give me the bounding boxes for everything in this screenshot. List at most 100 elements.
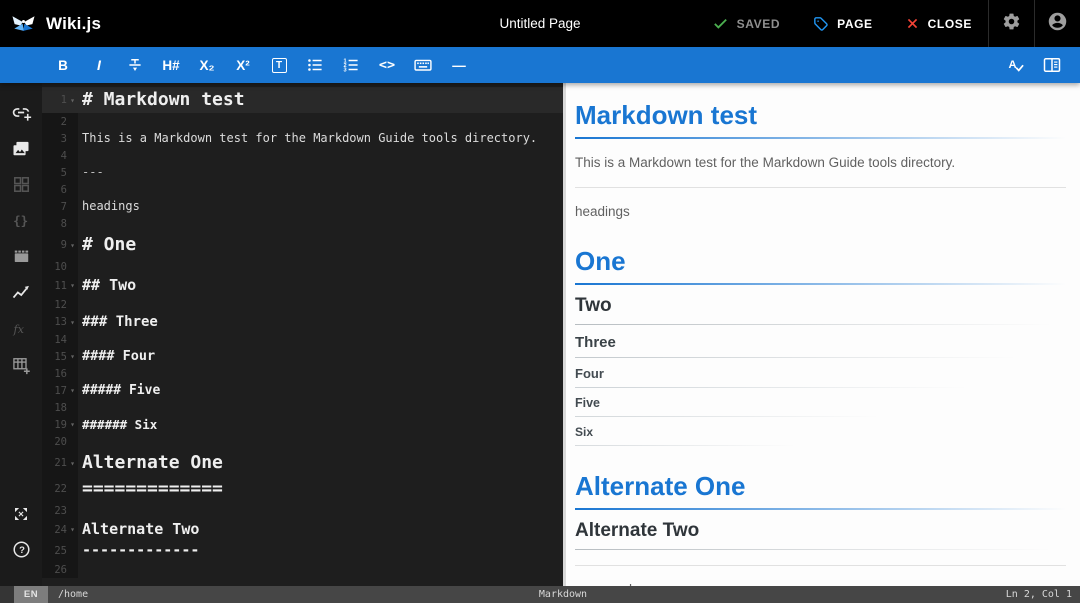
preview-pane[interactable]: Markdown test This is a Markdown test for… xyxy=(563,83,1080,586)
editor-line[interactable]: 16 xyxy=(42,365,563,382)
line-number: 26 xyxy=(54,563,67,576)
editor-line[interactable]: 3 This is a Markdown test for the Markdow… xyxy=(42,130,563,147)
close-button[interactable]: CLOSE xyxy=(889,0,988,47)
insert-diagram-button[interactable] xyxy=(0,277,42,313)
settings-button[interactable] xyxy=(989,0,1034,47)
editor-line[interactable]: 1 ▾ # Markdown test xyxy=(42,87,563,113)
italic-button[interactable]: I xyxy=(81,47,117,83)
editor-line[interactable]: 25 ------------- xyxy=(42,540,563,561)
help-button[interactable]: ? xyxy=(0,534,42,570)
strikethrough-icon xyxy=(126,56,144,74)
editor-code-text: ##### Five xyxy=(82,383,161,398)
bold-button[interactable]: B xyxy=(45,47,81,83)
keyboard-button[interactable] xyxy=(405,47,441,83)
line-number: 6 xyxy=(60,183,67,196)
editor-gutter: 15 ▾ xyxy=(42,351,78,363)
editor-line[interactable]: 6 xyxy=(42,181,563,198)
svg-text:{}: {} xyxy=(13,213,28,228)
fold-arrow-icon[interactable]: ▾ xyxy=(67,241,78,250)
editor-gutter: 1 ▾ xyxy=(42,94,78,106)
fold-arrow-icon[interactable]: ▾ xyxy=(67,525,78,534)
insert-diagram-icon xyxy=(11,283,31,308)
insert-code-block-button[interactable]: {} xyxy=(0,205,42,241)
editor-code-text: Alternate Two xyxy=(82,520,200,538)
fold-arrow-icon[interactable]: ▾ xyxy=(67,420,78,429)
editor-line[interactable]: 13 ▾ ### Three xyxy=(42,313,563,331)
editor-gutter: 13 ▾ xyxy=(42,316,78,328)
bullet-list-button[interactable] xyxy=(297,47,333,83)
book-open-button[interactable] xyxy=(1034,47,1070,83)
editor-line[interactable]: 19 ▾ ###### Six xyxy=(42,416,563,433)
page-properties-button[interactable]: PAGE xyxy=(796,0,889,47)
editor-line[interactable]: 7 headings xyxy=(42,198,563,215)
editor-line[interactable]: 10 xyxy=(42,258,563,275)
strikethrough-button[interactable] xyxy=(117,47,153,83)
fold-arrow-icon[interactable]: ▾ xyxy=(67,96,78,105)
line-number: 17 xyxy=(54,384,67,397)
editor-line[interactable]: 11 ▾ ## Two xyxy=(42,275,563,296)
editor-gutter: 24 ▾ xyxy=(42,524,78,536)
insert-table-button[interactable] xyxy=(0,349,42,385)
account-button[interactable] xyxy=(1035,0,1080,47)
editor-line[interactable]: 18 xyxy=(42,399,563,416)
editor-line[interactable]: 8 xyxy=(42,215,563,232)
fold-arrow-icon[interactable]: ▾ xyxy=(67,386,78,395)
svg-text:fx: fx xyxy=(13,322,25,335)
line-number: 5 xyxy=(60,166,67,179)
insert-media-button[interactable] xyxy=(0,133,42,169)
line-number: 13 xyxy=(54,316,67,328)
fold-arrow-icon[interactable]: ▾ xyxy=(67,318,78,327)
editor-code-text: This is a Markdown test for the Markdown… xyxy=(82,131,538,145)
preview-divider xyxy=(575,565,1066,566)
editor-gutter: 10 xyxy=(42,261,78,273)
insert-video-button[interactable] xyxy=(0,241,42,277)
check-icon xyxy=(712,15,729,32)
editor-line[interactable]: 26 xyxy=(42,561,563,578)
editor-line[interactable]: 5 --- xyxy=(42,164,563,181)
preview-h1: Markdown test xyxy=(575,99,1066,139)
ordered-list-button[interactable]: 123 xyxy=(333,47,369,83)
spellcheck-icon: A xyxy=(1006,55,1026,75)
fullscreen-button[interactable] xyxy=(0,498,42,534)
line-number: 20 xyxy=(54,435,67,448)
insert-link-button[interactable] xyxy=(0,97,42,133)
insert-block-button[interactable] xyxy=(0,169,42,205)
subscript-button[interactable]: X₂ xyxy=(189,47,225,83)
inline-code-button[interactable]: <> xyxy=(369,47,405,83)
editor-gutter: 8 xyxy=(42,218,78,230)
line-number: 19 xyxy=(54,418,67,431)
editor-line[interactable]: 22 ============= xyxy=(42,476,563,502)
header-button[interactable]: H# xyxy=(153,47,189,83)
textbox-button[interactable]: T xyxy=(261,47,297,83)
editor-line[interactable]: 15 ▾ #### Four xyxy=(42,348,563,365)
editor-line[interactable]: 12 xyxy=(42,296,563,313)
editor-line[interactable]: 2 xyxy=(42,113,563,130)
editor-line[interactable]: 23 xyxy=(42,502,563,519)
save-button[interactable]: SAVED xyxy=(696,0,796,47)
locale-selector[interactable]: EN xyxy=(14,586,48,603)
editor-gutter: 22 xyxy=(42,483,78,495)
inline-code-icon: <> xyxy=(378,57,396,73)
insert-table-icon xyxy=(11,355,31,380)
wikijs-logo xyxy=(0,10,46,37)
horizontal-rule-button[interactable]: — xyxy=(441,47,477,83)
editor-code-text: ============= xyxy=(82,478,223,499)
editor-line[interactable]: 17 ▾ ##### Five xyxy=(42,382,563,399)
editor-gutter: 7 xyxy=(42,201,78,213)
line-number: 23 xyxy=(54,504,67,517)
editor-line[interactable]: 20 xyxy=(42,433,563,450)
spellcheck-button[interactable]: A xyxy=(998,47,1034,83)
editor-line[interactable]: 21 ▾ Alternate One xyxy=(42,450,563,476)
book-open-icon xyxy=(1042,55,1062,75)
textbox-icon: T xyxy=(271,57,287,73)
markdown-editor-pane[interactable]: 1 ▾ # Markdown test 2 3 This is a Markdown t… xyxy=(42,83,563,586)
superscript-button[interactable]: X² xyxy=(225,47,261,83)
fold-arrow-icon[interactable]: ▾ xyxy=(67,281,78,290)
editor-line[interactable]: 14 xyxy=(42,331,563,348)
math-function-button[interactable]: fx xyxy=(0,313,42,349)
editor-line[interactable]: 4 xyxy=(42,147,563,164)
editor-line[interactable]: 24 ▾ Alternate Two xyxy=(42,519,563,540)
fold-arrow-icon[interactable]: ▾ xyxy=(67,459,78,468)
editor-line[interactable]: 9 ▾ # One xyxy=(42,232,563,258)
fold-arrow-icon[interactable]: ▾ xyxy=(67,352,78,361)
